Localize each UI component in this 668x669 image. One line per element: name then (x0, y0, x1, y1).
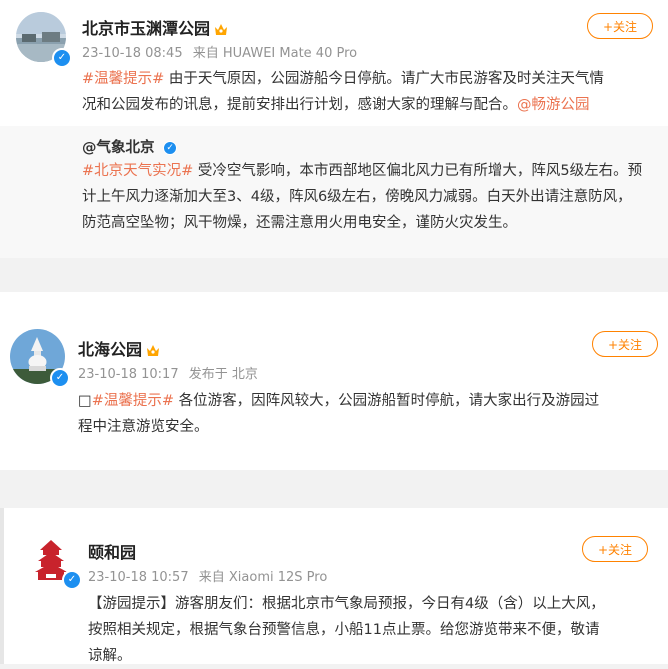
post-card-yiheyuan: ✓ 颐和园 23-10-18 10:57 来自 Xiaomi 12S Pro +… (0, 508, 668, 664)
post-meta: 23-10-18 08:45 来自 HUAWEI Mate 40 Pro (82, 42, 357, 61)
post-location: 发布于 北京 (188, 367, 258, 382)
post-card-yuyuantan: ✓ 北京市玉渊潭公园 23-10-18 08:45 来自 HUAWEI Mate… (0, 0, 668, 258)
verified-icon: ✓ (163, 141, 178, 155)
repost-block: @气象北京 ✓ #北京天气实况# 受冷空气影响，本市西部地区偏北风力已有所增大，… (0, 126, 668, 258)
topic-tag[interactable]: #温馨提示# (92, 393, 174, 409)
follow-button[interactable]: +关注 (587, 13, 653, 39)
author-name[interactable]: 颐和园 (88, 539, 136, 563)
repost-text: #北京天气实况# 受冷空气影响，本市西部地区偏北风力已有所增大，阵风5级左右。预… (82, 163, 643, 231)
post-time[interactable]: 23-10-18 10:17 (78, 367, 179, 382)
author-name[interactable]: 北海公园 (78, 336, 160, 360)
mention-link[interactable]: @畅游公园 (517, 97, 590, 113)
follow-button[interactable]: +关注 (592, 331, 658, 357)
repost-author[interactable]: @气象北京 (82, 140, 155, 156)
post-time[interactable]: 23-10-18 10:57 (88, 570, 189, 585)
topic-tag[interactable]: #温馨提示# (82, 71, 164, 87)
post-time[interactable]: 23-10-18 08:45 (82, 46, 183, 61)
crown-icon (215, 24, 228, 35)
verified-icon: ✓ (52, 48, 72, 68)
post-text: #温馨提示# 由于天气原因，公园游船今日停航。请广大市民游客及时关注天气情 况和… (82, 71, 604, 113)
post-meta: 23-10-18 10:57 来自 Xiaomi 12S Pro (88, 566, 327, 585)
crown-icon (147, 345, 160, 356)
verified-icon: ✓ (50, 368, 70, 388)
post-card-beihai: ✓ 北海公园 23-10-18 10:17 发布于 北京 +关注 □#温馨提示#… (0, 292, 668, 470)
post-meta: 23-10-18 10:17 发布于 北京 (78, 363, 258, 382)
verified-icon: ✓ (62, 570, 82, 590)
topic-tag[interactable]: #北京天气实况# (82, 163, 193, 179)
post-text: □#温馨提示# 各位游客，因阵风较大，公园游船暂时停航，请大家出行及游园过 程中… (78, 393, 600, 435)
post-text: 【游园提示】游客朋友们：根据北京市气象局预报，今日有4级（含）以上大风， 按照相… (88, 596, 605, 664)
post-source: 来自 HUAWEI Mate 40 Pro (192, 46, 358, 61)
post-source: 来自 Xiaomi 12S Pro (198, 570, 328, 585)
follow-button[interactable]: +关注 (582, 536, 648, 562)
author-name[interactable]: 北京市玉渊潭公园 (82, 15, 228, 39)
